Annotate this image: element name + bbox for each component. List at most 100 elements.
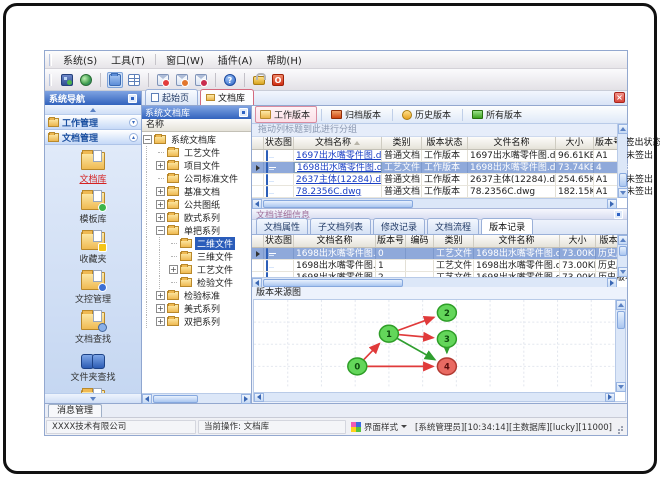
column-header-签出状态[interactable]: 签出状态: [624, 137, 660, 149]
sidebar-item-文档库[interactable]: 文档库: [49, 149, 137, 189]
tree-node-公司标准文件[interactable]: 公司标准文件: [142, 172, 251, 185]
document-link[interactable]: 78.2356C.dwg: [296, 187, 361, 197]
menu-item[interactable]: 帮助(H): [259, 50, 308, 69]
detail-tab-文档属性[interactable]: 文档属性: [256, 218, 309, 234]
table-row[interactable]: 2637主体(12284).dwg普通文档工作版本2637主体(12284).d…: [252, 174, 653, 186]
scroll-down-icon[interactable]: [617, 267, 627, 277]
mail-error-button[interactable]: [193, 72, 209, 88]
scroll-thumb[interactable]: [263, 278, 403, 287]
help-button[interactable]: ?: [222, 72, 238, 88]
collapse-icon[interactable]: −: [143, 135, 152, 144]
version-node-3[interactable]: 3: [436, 329, 458, 349]
column-header-类别[interactable]: 类别: [434, 235, 474, 247]
toolbar-grip[interactable]: [49, 73, 52, 86]
table-horizontal-scrollbar[interactable]: [252, 277, 617, 287]
button-归档版本[interactable]: 归档版本: [326, 106, 388, 123]
expand-icon[interactable]: +: [156, 161, 165, 170]
column-header-状态图[interactable]: 状态图: [264, 137, 294, 149]
column-header-状态图[interactable]: 状态图: [264, 235, 294, 247]
tree-horizontal-scrollbar[interactable]: [142, 393, 251, 404]
power-button[interactable]: O: [270, 72, 286, 88]
pin-icon[interactable]: [128, 93, 137, 103]
sidebar-item-收藏夹[interactable]: 收藏夹: [49, 229, 137, 269]
sidebar-scroll-up[interactable]: [45, 105, 141, 115]
expand-icon[interactable]: +: [156, 187, 165, 196]
sidebar-group-work[interactable]: 工作管理 ▾: [45, 115, 141, 130]
button-历史版本[interactable]: 历史版本: [397, 106, 458, 123]
scroll-down-icon[interactable]: [615, 382, 626, 392]
display-button[interactable]: [59, 72, 75, 88]
scroll-thumb[interactable]: [263, 199, 413, 208]
sidebar-item-模板库[interactable]: 模板库: [49, 189, 137, 229]
tree-node-系统文档库[interactable]: − 系统文档库: [142, 133, 251, 146]
lock-button[interactable]: [251, 72, 267, 88]
mail-button[interactable]: [155, 72, 171, 88]
scroll-left-icon[interactable]: [142, 393, 152, 404]
column-header-文档名称[interactable]: 文档名称: [294, 235, 376, 247]
mail-send-button[interactable]: [174, 72, 190, 88]
scroll-left-icon[interactable]: [254, 392, 264, 402]
table-vertical-scrollbar[interactable]: [617, 235, 627, 277]
table-row[interactable]: 1697出水嘴零件图.dwg普通文档工作版本1697出水嘴零件图.dwg96.6…: [252, 150, 653, 162]
scroll-up-icon[interactable]: [617, 124, 628, 134]
column-header-大小[interactable]: 大小: [560, 235, 596, 247]
scroll-left-icon[interactable]: [252, 277, 262, 287]
menu-item[interactable]: 系统(S): [56, 50, 104, 69]
menu-item[interactable]: 窗口(W): [159, 50, 211, 69]
sidebar-scroll-down[interactable]: [45, 393, 141, 403]
detail-tab-子文档列表[interactable]: 子文档列表: [310, 218, 372, 234]
tree-node-二维文件[interactable]: 二维文件: [142, 237, 251, 250]
detail-tab-文档流程[interactable]: 文档流程: [427, 218, 480, 234]
tree-column-header[interactable]: 名称: [142, 119, 251, 132]
tree-node-检验标准[interactable]: + 检验标准: [142, 289, 251, 302]
tree-node-欧式系列[interactable]: + 欧式系列: [142, 211, 251, 224]
scroll-right-icon[interactable]: [607, 277, 617, 287]
tree-node-项目文件[interactable]: + 项目文件: [142, 159, 251, 172]
folder-open-button[interactable]: [107, 71, 123, 88]
menubar-grip[interactable]: [49, 53, 52, 66]
scroll-thumb[interactable]: [618, 246, 627, 256]
tree-node-工艺文件[interactable]: 工艺文件: [142, 146, 251, 159]
detail-tab-版本记录[interactable]: 版本记录: [481, 218, 534, 234]
tree-node-单把系列[interactable]: − 单把系列: [142, 224, 251, 237]
expand-icon[interactable]: +: [156, 291, 165, 300]
tree-node-基准文档[interactable]: + 基准文档: [142, 185, 251, 198]
table-row[interactable]: 1698出水嘴零件图.dwg1工艺文件1698出水嘴零件图.dwg73.00KB…: [252, 260, 627, 272]
sidebar-item-文档查找[interactable]: 文档查找: [49, 309, 137, 349]
scroll-down-icon[interactable]: [617, 188, 628, 198]
table-row[interactable]: 1698出水嘴零件图.dwg工艺文件工作版本1698出水嘴零件图.dwg73.7…: [252, 162, 653, 174]
sidebar-group-document[interactable]: 文档管理 ▴: [45, 130, 141, 145]
tree-node-三维文件[interactable]: 三维文件: [142, 250, 251, 263]
table-vertical-scrollbar[interactable]: [617, 124, 628, 198]
expand-icon[interactable]: +: [156, 200, 165, 209]
chevron-down-icon[interactable]: ▾: [129, 117, 138, 127]
column-header-文件名称[interactable]: 文件名称: [474, 235, 560, 247]
close-icon[interactable]: ×: [614, 92, 625, 103]
table-row[interactable]: 1698出水嘴零件图.dwg0工艺文件1698出水嘴零件图.dwg73.00KB…: [252, 248, 627, 260]
expand-icon[interactable]: +: [156, 317, 165, 326]
column-header-编码[interactable]: 编码: [406, 235, 434, 247]
scroll-right-icon[interactable]: [241, 393, 251, 404]
expand-icon[interactable]: +: [169, 265, 178, 274]
sidebar-item-文件夹查找[interactable]: 文件夹查找: [49, 349, 137, 387]
scroll-thumb[interactable]: [616, 311, 625, 329]
tab-文档库[interactable]: 文档库: [200, 89, 255, 105]
version-node-4[interactable]: 4: [436, 357, 458, 376]
column-header-版本号[interactable]: 版本号: [376, 235, 406, 247]
scroll-up-icon[interactable]: [615, 300, 626, 310]
version-node-0[interactable]: 0: [347, 357, 368, 376]
tab-起始页[interactable]: 起始页: [145, 89, 199, 105]
document-link[interactable]: 1697出水嘴零件图.dwg: [296, 151, 381, 161]
pin-icon[interactable]: [239, 108, 248, 117]
resize-grip[interactable]: [615, 423, 623, 431]
scroll-thumb[interactable]: [153, 394, 198, 403]
column-header-文档名称[interactable]: 文档名称: [294, 137, 382, 149]
menu-item[interactable]: 工具(T): [104, 50, 152, 69]
column-header-大小[interactable]: 大小: [556, 137, 594, 149]
pin-icon[interactable]: [614, 209, 623, 219]
column-header-类别[interactable]: 类别: [382, 137, 422, 149]
scroll-up-icon[interactable]: [617, 235, 627, 245]
column-header-版本状态[interactable]: 版本状态: [422, 137, 468, 149]
expand-icon[interactable]: +: [156, 213, 165, 222]
version-node-1[interactable]: 1: [378, 324, 400, 343]
